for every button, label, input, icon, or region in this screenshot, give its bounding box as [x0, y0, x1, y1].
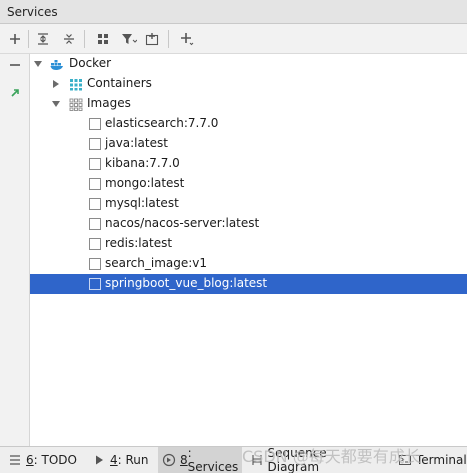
watermark: CSDN @每天都要有成长	[242, 447, 421, 466]
toolbar-separator	[28, 30, 29, 48]
image-label: elasticsearch:7.7.0	[105, 116, 219, 130]
panel-title: Services	[7, 4, 58, 19]
tab-run-label: : Run	[117, 453, 149, 467]
images-icon	[69, 98, 83, 111]
services-side-toolbar	[0, 54, 30, 446]
image-label: kibana:7.7.0	[105, 156, 180, 170]
image-label: search_image:v1	[105, 256, 208, 270]
image-item[interactable]: search_image:v1	[30, 254, 467, 274]
expand-all-icon[interactable]	[32, 28, 54, 50]
image-item[interactable]: java:latest	[30, 134, 467, 154]
containers-icon	[70, 79, 82, 91]
docker-icon	[50, 60, 63, 70]
jump-to-source-icon[interactable]	[4, 82, 26, 104]
image-item[interactable]: nacos/nacos-server:latest	[30, 214, 467, 234]
group-by-icon[interactable]	[92, 28, 114, 50]
add-service-icon[interactable]	[4, 28, 26, 50]
image-icon	[89, 158, 101, 170]
tab-terminal-label: Terminal	[416, 453, 467, 467]
image-item-selected[interactable]: springboot_vue_blog:latest	[30, 274, 467, 294]
image-icon	[89, 178, 101, 190]
tab-todo-number: 6	[26, 453, 34, 467]
filter-icon[interactable]	[118, 28, 140, 50]
image-label: mongo:latest	[105, 176, 185, 190]
image-icon	[89, 278, 101, 290]
image-icon	[89, 238, 101, 250]
tree-label-images: Images	[87, 96, 131, 110]
image-label: redis:latest	[105, 236, 173, 250]
image-item[interactable]: mysql:latest	[30, 194, 467, 214]
collapse-all-icon[interactable]	[58, 28, 80, 50]
add-more-icon[interactable]	[176, 28, 198, 50]
tree-node-images[interactable]: Images	[30, 94, 467, 114]
image-item[interactable]: elasticsearch:7.7.0	[30, 114, 467, 134]
tree-node-docker[interactable]: Docker	[30, 54, 467, 74]
image-item[interactable]: mongo:latest	[30, 174, 467, 194]
tab-run[interactable]: 4: Run	[88, 447, 152, 473]
image-label: java:latest	[105, 136, 168, 150]
remove-service-icon[interactable]	[4, 54, 26, 76]
collapsed-arrow-icon[interactable]	[51, 79, 61, 89]
tab-run-number: 4	[110, 453, 118, 467]
tree-label-containers: Containers	[87, 76, 152, 90]
image-item[interactable]: redis:latest	[30, 234, 467, 254]
services-icon	[162, 453, 176, 467]
tab-services[interactable]: 8: Services	[158, 446, 242, 473]
tab-services-number: 8	[180, 453, 188, 467]
image-icon	[89, 118, 101, 130]
services-tree: Docker Containers Images elasticsearch:7…	[30, 54, 467, 446]
expanded-arrow-icon[interactable]	[51, 99, 61, 109]
toolbar-separator	[168, 30, 169, 48]
services-toolbar	[0, 24, 467, 54]
image-icon	[89, 218, 101, 230]
image-label: nacos/nacos-server:latest	[105, 216, 260, 230]
tab-todo[interactable]: 6: TODO	[4, 447, 80, 473]
toolbar-separator	[84, 30, 85, 48]
todo-icon	[8, 453, 22, 467]
image-icon	[89, 198, 101, 210]
image-item[interactable]: kibana:7.7.0	[30, 154, 467, 174]
tree-label-docker: Docker	[69, 56, 112, 70]
image-icon	[89, 258, 101, 270]
tab-todo-label: : TODO	[33, 453, 77, 467]
tab-services-label: : Services	[187, 446, 239, 473]
image-label: springboot_vue_blog:latest	[105, 276, 268, 290]
panel-title-bar: Services	[0, 0, 467, 24]
image-icon	[89, 138, 101, 150]
tree-node-containers[interactable]: Containers	[30, 74, 467, 94]
expanded-arrow-icon[interactable]	[33, 59, 43, 69]
image-label: mysql:latest	[105, 196, 179, 210]
new-group-icon[interactable]	[142, 28, 164, 50]
run-icon	[92, 453, 106, 467]
